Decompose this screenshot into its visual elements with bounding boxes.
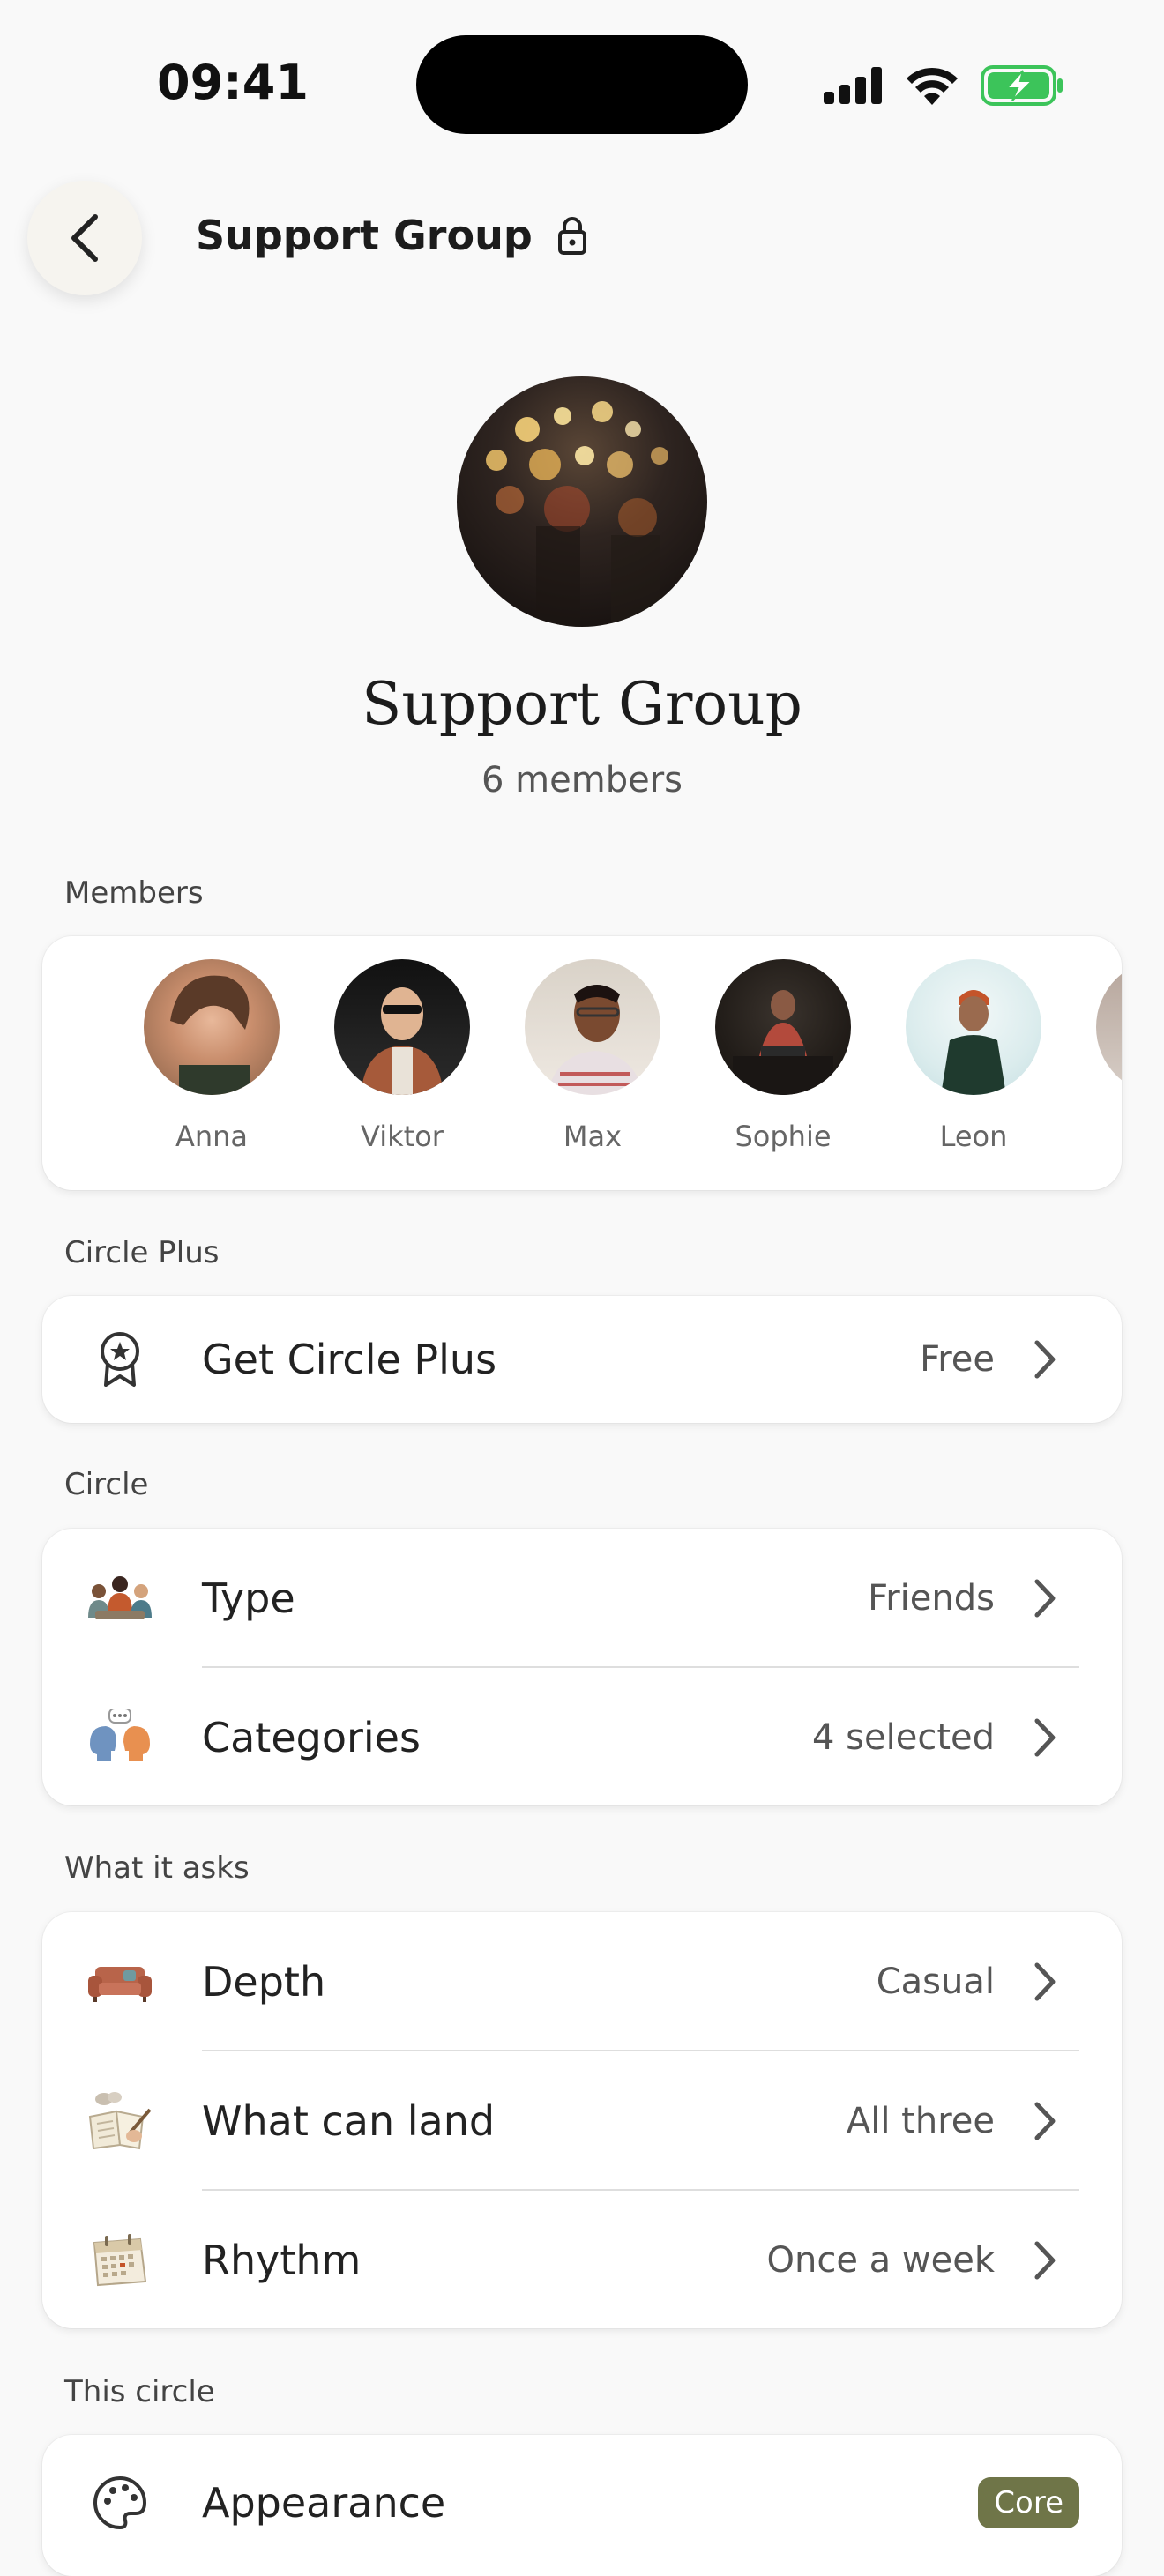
avatar	[1096, 959, 1122, 1095]
member-item[interactable]: Sophie	[688, 959, 878, 1153]
member-item[interactable]: Em	[1069, 959, 1122, 1153]
battery-charging-icon	[981, 65, 1063, 106]
appearance-label: Appearance	[202, 2479, 446, 2527]
chevron-right-icon	[1034, 1718, 1056, 1757]
what-it-asks-card: Depth Casual What can land All three Rhy…	[42, 1912, 1122, 2328]
back-button[interactable]	[27, 181, 142, 295]
section-label-circle-plus: Circle Plus	[64, 1235, 220, 1270]
section-label-circle: Circle	[64, 1467, 149, 1502]
chevron-right-icon	[1034, 2102, 1056, 2140]
wifi-icon	[907, 67, 958, 105]
member-name: Viktor	[361, 1120, 444, 1153]
what-can-land-value: All three	[846, 2101, 995, 2141]
categories-row[interactable]: Categories 4 selected	[42, 1668, 1122, 1805]
circle-card: Type Friends Categories 4 selected	[42, 1529, 1122, 1805]
categories-value: 4 selected	[811, 1717, 995, 1758]
appearance-row[interactable]: Appearance Core	[42, 2435, 1122, 2571]
sofa-icon	[85, 1947, 155, 2017]
type-row[interactable]: Type Friends	[42, 1529, 1122, 1668]
chevron-right-icon	[1034, 1340, 1056, 1379]
rhythm-label: Rhythm	[202, 2237, 362, 2284]
section-label-this-circle: This circle	[64, 2374, 215, 2409]
what-can-land-row[interactable]: What can land All three	[42, 2051, 1122, 2191]
member-item[interactable]: Viktor	[307, 959, 497, 1153]
depth-row[interactable]: Depth Casual	[42, 1912, 1122, 2051]
palette-icon	[85, 2468, 155, 2538]
header-title: Support Group	[196, 212, 533, 259]
chevron-right-icon	[1034, 1579, 1056, 1618]
chevron-left-icon	[71, 214, 98, 262]
avatar	[715, 959, 851, 1095]
header-title-group: Support Group	[196, 212, 587, 259]
member-item[interactable]: Anna	[116, 959, 307, 1153]
type-value: Friends	[868, 1578, 995, 1619]
depth-value: Casual	[876, 1962, 995, 2002]
conversation-heads-icon	[85, 1702, 155, 1773]
categories-label: Categories	[202, 1714, 421, 1761]
group-avatar[interactable]	[457, 376, 707, 627]
member-item[interactable]: Max	[497, 959, 688, 1153]
what-can-land-label: What can land	[202, 2097, 496, 2145]
section-label-members: Members	[64, 875, 204, 911]
rhythm-row[interactable]: Rhythm Once a week	[42, 2191, 1122, 2328]
section-label-what-it-asks: What it asks	[64, 1850, 250, 1886]
journal-writing-icon	[85, 2086, 155, 2156]
depth-label: Depth	[202, 1958, 326, 2006]
status-icons	[824, 63, 1063, 108]
people-group-icon	[85, 1563, 155, 1634]
this-circle-card: Appearance Core	[42, 2435, 1122, 2576]
member-name: Max	[563, 1120, 623, 1153]
signal-icon	[824, 67, 882, 104]
lock-icon	[557, 217, 586, 255]
get-circle-plus-label: Get Circle Plus	[202, 1336, 497, 1383]
avatar	[144, 959, 280, 1095]
member-name: Anna	[175, 1120, 249, 1153]
get-circle-plus-row[interactable]: Get Circle Plus Free	[42, 1296, 1122, 1423]
avatar	[906, 959, 1041, 1095]
dynamic-island	[416, 35, 748, 134]
award-ribbon-icon	[85, 1324, 155, 1395]
avatar	[334, 959, 470, 1095]
type-label: Type	[202, 1575, 295, 1622]
member-item[interactable]: Leon	[878, 959, 1069, 1153]
chevron-right-icon	[1034, 2241, 1056, 2280]
chevron-right-icon	[1034, 1962, 1056, 2001]
group-name: Support Group	[362, 670, 802, 738]
circle-plus-price: Free	[920, 1339, 995, 1380]
status-time: 09:41	[157, 55, 309, 110]
rhythm-value: Once a week	[766, 2240, 995, 2281]
member-count: 6 members	[481, 760, 683, 800]
avatar	[525, 959, 660, 1095]
members-carousel[interactable]: Anna Viktor Max Sophie Leon	[42, 959, 1122, 1153]
members-card[interactable]: Anna Viktor Max Sophie Leon	[42, 936, 1122, 1190]
member-name: Sophie	[735, 1120, 832, 1153]
member-name: Leon	[939, 1120, 1008, 1153]
core-badge: Core	[978, 2477, 1079, 2528]
calendar-icon	[85, 2225, 155, 2296]
circle-plus-card: Get Circle Plus Free	[42, 1296, 1122, 1423]
